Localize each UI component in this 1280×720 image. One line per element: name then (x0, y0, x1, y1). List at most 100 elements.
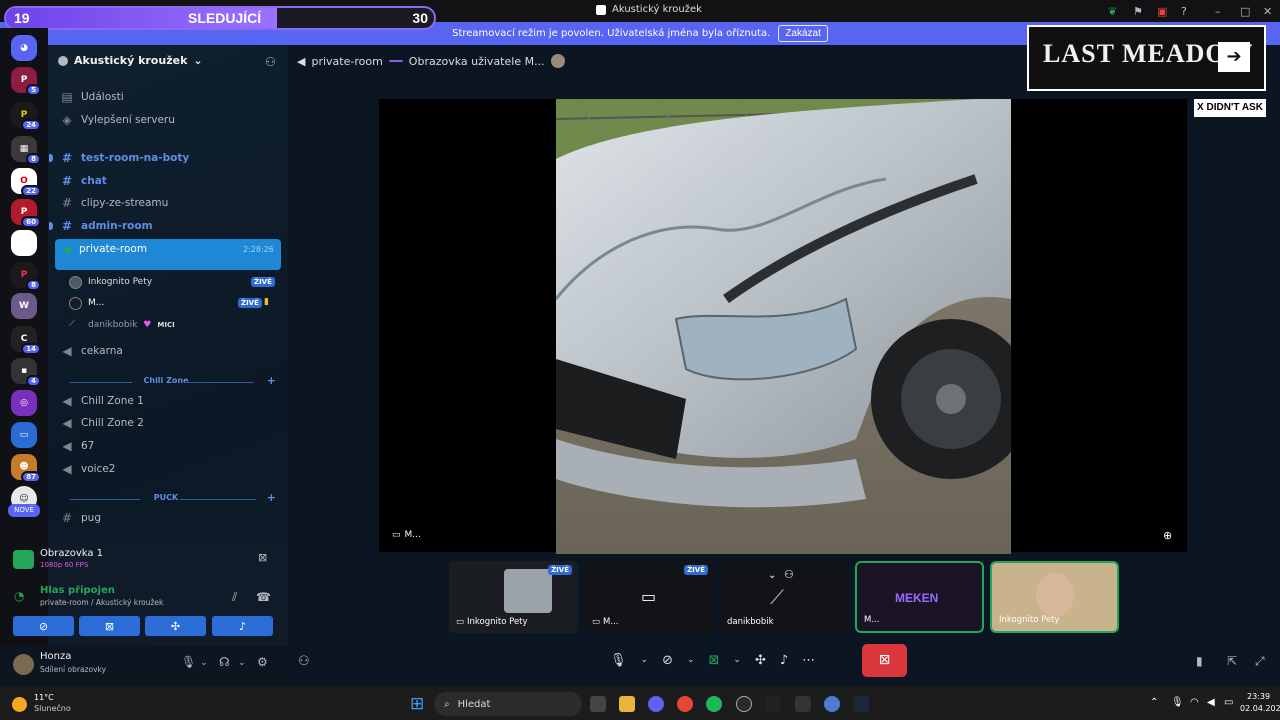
channel-chill-zone-1[interactable]: ◀ Chill Zone 1 (61, 393, 143, 409)
speaker-icon[interactable]: ◀ (1207, 697, 1215, 708)
settings-gear-icon[interactable]: ⚙ (257, 655, 268, 669)
screen-share-button[interactable]: ⊠ (79, 616, 140, 636)
voice-connected[interactable]: Hlas připojen (40, 585, 115, 596)
server-icon[interactable]: P 24 (11, 102, 41, 131)
stop-sharing-button[interactable]: ⊠ (862, 644, 907, 677)
activities-button[interactable]: ✣ (145, 616, 206, 636)
server-icon[interactable]: ▪ 4 (11, 358, 41, 387)
spotify-icon[interactable] (706, 696, 722, 712)
camera-button[interactable]: ⊘ (13, 616, 74, 636)
server-icon[interactable]: P 60 (11, 199, 41, 228)
soundboard-icon[interactable]: ♪ (780, 653, 788, 668)
add-channel-icon[interactable]: + (267, 491, 276, 504)
maximize-icon[interactable]: □ (1240, 5, 1250, 18)
discord-taskbar-icon[interactable] (648, 696, 664, 712)
battery-icon[interactable]: ▭ (1224, 697, 1233, 708)
more-icon[interactable]: ⋯ (802, 653, 815, 668)
avatar[interactable] (13, 654, 34, 675)
server-icon[interactable]: P8 (11, 262, 41, 291)
stream-video[interactable] (556, 99, 1011, 554)
screen-share-icon[interactable]: ⊠ (709, 653, 720, 668)
server-icon[interactable] (11, 230, 37, 256)
pin-icon[interactable]: ⚑ (1133, 5, 1143, 18)
participant-tile[interactable]: ⌄ ⚇ ⟋ danikbobik (720, 561, 849, 633)
app-icon[interactable] (795, 696, 811, 712)
epic-games-icon[interactable] (765, 696, 781, 712)
server-icon[interactable]: ◎ (11, 390, 37, 416)
help-icon[interactable]: ? (1181, 5, 1187, 18)
microphone-icon[interactable]: 🎙︎ (181, 655, 196, 669)
zoom-icon[interactable]: ⊕ (1163, 529, 1172, 542)
server-boosts-link[interactable]: ◈ Vylepšení serveru (61, 112, 175, 128)
participant-tile[interactable]: MEKEN M... (855, 561, 984, 633)
clock-date[interactable]: 02.04.2026 (1240, 704, 1280, 713)
category-chill-zone[interactable]: Chill Zone + (56, 374, 276, 388)
chevron-down-icon[interactable]: ⌄ (200, 658, 208, 668)
server-icon[interactable]: ▭ (11, 422, 37, 448)
soundboard-button[interactable]: ♪ (212, 616, 273, 636)
noise-suppression-icon[interactable]: ⫽ (232, 590, 237, 605)
add-friend-icon[interactable]: ⚇ (265, 55, 276, 69)
inbox-icon[interactable]: ▣ (1157, 5, 1167, 18)
discord-home-icon[interactable]: ◕ (11, 35, 37, 61)
popout-icon[interactable]: ⇱ (1227, 654, 1237, 668)
voice-user[interactable]: M... (69, 296, 104, 310)
chevron-down-icon[interactable]: ⌄ (687, 655, 695, 665)
voice-user[interactable]: Inkognito Pety (69, 275, 152, 289)
weather-description[interactable]: Slunečno (34, 704, 71, 713)
fullscreen-icon[interactable]: ⤢ (1255, 654, 1265, 669)
category-puck[interactable]: PUCK + (56, 491, 276, 505)
file-explorer-icon[interactable] (619, 696, 635, 712)
server-icon[interactable]: P5 (11, 67, 41, 96)
obs-icon[interactable] (736, 696, 752, 712)
chevron-down-icon[interactable]: ⌄ (768, 570, 776, 581)
microphone-icon[interactable]: 🎙︎ (1171, 697, 1184, 708)
chevron-down-icon[interactable]: ⌄ (238, 658, 246, 668)
server-icon[interactable]: ☻ 87 (11, 454, 41, 483)
chrome-icon[interactable] (677, 696, 693, 712)
start-windows-icon[interactable]: ⊞ (410, 694, 424, 714)
headphones-icon[interactable]: ☊ (219, 655, 230, 669)
clock-time[interactable]: 23:39 (1247, 692, 1270, 701)
weather-temperature[interactable]: 11°C (34, 693, 54, 702)
disable-button[interactable]: Zakázat (778, 25, 828, 42)
volume-icon[interactable]: ▮ (1196, 654, 1203, 668)
server-header[interactable]: Akustický kroužek ⌄ (58, 54, 203, 67)
server-icon[interactable]: C 14 (11, 326, 41, 355)
steam-icon[interactable] (853, 696, 869, 712)
participant-tile[interactable]: ŽIVĚ ▭ ▭ M... (585, 561, 714, 633)
channel-chat[interactable]: # chat (61, 173, 107, 189)
disconnect-icon[interactable]: ☎ (256, 590, 271, 604)
microphone-icon[interactable]: 🎙︎ (610, 653, 627, 668)
server-folder-icon[interactable]: ▦ 8 (11, 136, 41, 165)
channel-admin-room[interactable]: # admin-room (61, 218, 153, 234)
participant-tile[interactable]: ŽIVĚ ▭ Inkognito Pety (449, 561, 578, 633)
users-icon[interactable]: ⚇ (784, 568, 794, 581)
camera-off-icon[interactable]: ⊘ (662, 653, 673, 668)
header-channel-name[interactable]: private-room (311, 55, 382, 68)
voice-user[interactable]: ⟋ danikbobik ♥ MICI (69, 318, 175, 332)
channel-chill-zone-2[interactable]: ◀ Chill Zone 2 (61, 415, 143, 431)
add-channel-icon[interactable]: + (267, 374, 276, 387)
channel-cekarna[interactable]: ◀ cekarna (61, 343, 122, 359)
taskbar-search[interactable]: ⌕ Hledat (434, 692, 582, 716)
leaf-icon[interactable]: ❦ (1108, 5, 1117, 18)
channel-pug[interactable]: # pug (61, 510, 101, 526)
channel-clipy-ze-streamu[interactable]: # clipy-ze-streamu (61, 195, 168, 211)
chevron-up-icon[interactable]: ⌃ (1150, 697, 1158, 708)
new-badge[interactable]: NOVÉ (8, 504, 40, 517)
channel-voice2[interactable]: ◀ voice2 (61, 461, 115, 477)
task-view-icon[interactable] (590, 696, 606, 712)
channel-67[interactable]: ◀ 67 (61, 438, 94, 454)
participant-tile[interactable]: Inkognito Pety (990, 561, 1119, 633)
wifi-icon[interactable]: ◠ (1190, 697, 1199, 708)
chevron-down-icon[interactable]: ⌄ (641, 655, 649, 665)
events-link[interactable]: ▤ Události (61, 89, 123, 105)
server-icon[interactable]: O 22 (11, 168, 41, 197)
activities-icon[interactable]: ✣ (755, 653, 766, 668)
stop-stream-icon[interactable]: ⊠ (258, 551, 267, 564)
invite-user-icon[interactable]: ⚇ (298, 654, 310, 669)
settings-gear-icon[interactable] (824, 696, 840, 712)
channel-test-room-na-boty[interactable]: # test-room-na-boty (61, 150, 189, 166)
weather-sun-icon[interactable] (12, 697, 27, 712)
